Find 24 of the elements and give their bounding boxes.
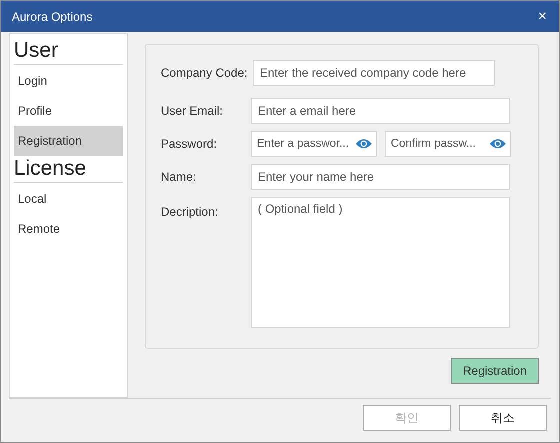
sidebar-item[interactable]: Profile (14, 96, 123, 126)
close-button[interactable]: × (538, 9, 547, 24)
field-label: Company Code: (161, 66, 248, 80)
eye-icon[interactable] (355, 138, 373, 150)
eye-icon[interactable] (489, 138, 507, 150)
dialog-button[interactable]: 취소 (459, 405, 547, 431)
section-header: License (14, 156, 123, 183)
registration-button[interactable]: Registration (451, 358, 539, 384)
sidebar-item[interactable]: Login (14, 66, 123, 96)
field-label: Decription: (161, 205, 218, 219)
text-field[interactable]: Enter a email here (251, 98, 510, 124)
password-field[interactable]: Confirm passw... (385, 131, 511, 157)
company-code-field[interactable]: Enter the received company code here (253, 60, 495, 86)
field-label: User Email: (161, 104, 224, 118)
field-label: Name: (161, 170, 196, 184)
sidebar-item[interactable]: Local (14, 184, 123, 214)
field-label: Password: (161, 137, 218, 151)
text-field[interactable]: Enter your name here (251, 164, 510, 190)
description-field[interactable]: ( Optional field ) (251, 197, 510, 328)
password-field[interactable]: Enter a passwor... (251, 131, 377, 157)
sidebar-item[interactable]: Remote (14, 214, 123, 244)
window-title: Aurora Options (12, 8, 93, 26)
section-header: User (14, 38, 123, 65)
sidebar-item[interactable]: Registration (14, 126, 123, 156)
